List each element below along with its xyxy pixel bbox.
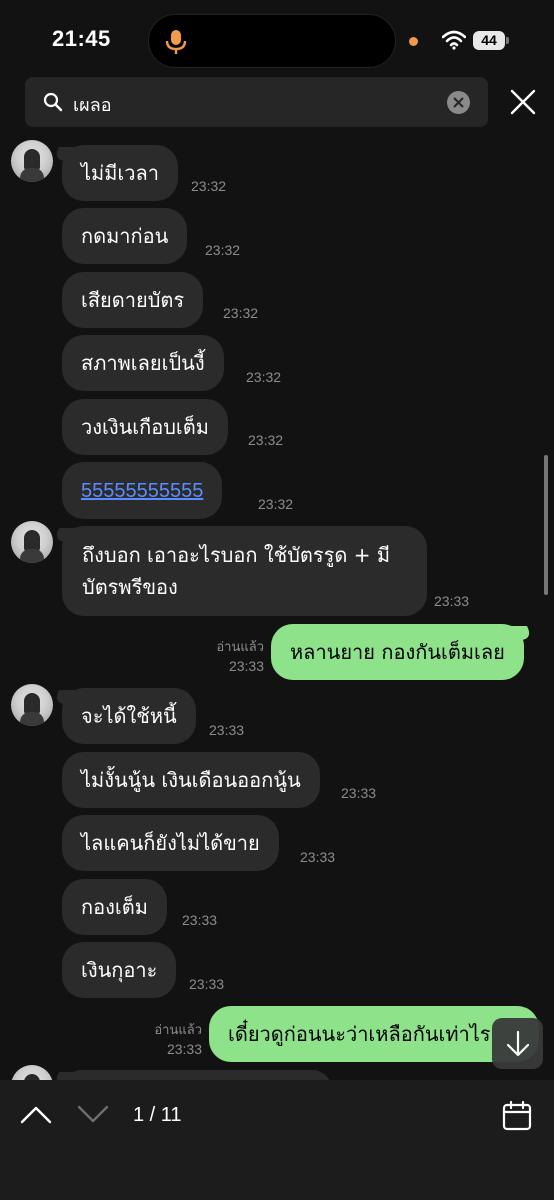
read-receipt: อ่านแล้ว 23:33 xyxy=(138,1022,202,1058)
message-time: 23:32 xyxy=(205,242,241,258)
status-bar: 21:45 44 xyxy=(0,0,554,78)
message-bubble[interactable]: หลานยาย กองกันเต็มเลย xyxy=(271,624,524,680)
message-bubble[interactable]: กดมาก่อน xyxy=(62,208,188,264)
search-icon xyxy=(43,92,63,112)
message-bubble[interactable]: จะได้ใช้หนี้ xyxy=(62,688,196,744)
status-time: 21:45 xyxy=(52,26,111,51)
close-icon[interactable] xyxy=(509,88,537,116)
message-time: 23:33 xyxy=(166,1041,202,1057)
message-time: 23:32 xyxy=(258,496,294,512)
message-text: สภาพเลยเป็นงี้ xyxy=(81,351,205,375)
message-time: 23:33 xyxy=(228,658,264,674)
message-bubble[interactable]: ถึงบอก เอาอะไรบอก ใช้บัตรรูด + มีบัตรพรี… xyxy=(62,526,427,616)
message-text: ถึงบอก เอาอะไรบอก ใช้บัตรรูด + มีบัตรพรี… xyxy=(82,543,391,599)
scrollbar[interactable] xyxy=(544,455,548,595)
read-receipt: อ่านแล้ว 23:33 xyxy=(200,639,264,675)
message-bubble[interactable]: สภาพเลยเป็นงี้ xyxy=(62,335,224,391)
message-bubble[interactable]: เสียดายบัตร xyxy=(62,272,204,328)
message-time: 23:33 xyxy=(182,912,218,928)
battery-indicator: 44 xyxy=(473,31,509,50)
mic-icon xyxy=(165,30,187,54)
chevron-down-icon[interactable] xyxy=(77,1104,109,1124)
message-time: 23:32 xyxy=(191,178,227,194)
message-bubble[interactable]: ไลแคนก็ยังไม่ได้ขาย xyxy=(62,815,279,871)
calendar-icon[interactable] xyxy=(501,1100,533,1132)
privacy-indicator-dot xyxy=(409,37,418,46)
message-link[interactable]: 55555555555 xyxy=(81,480,203,502)
message-time: 23:32 xyxy=(246,369,282,385)
message-bubble[interactable]: ไม่งั้นนู้น เงินเดือนออกนู้น xyxy=(62,752,320,808)
contact-avatar[interactable] xyxy=(11,140,53,182)
message-text: ไม่งั้นนู้น เงินเดือนออกนู้น xyxy=(81,768,301,792)
chevron-up-icon[interactable] xyxy=(20,1104,52,1124)
clear-icon xyxy=(453,97,464,108)
search-query[interactable]: เผลอ xyxy=(73,90,112,119)
contact-avatar[interactable] xyxy=(11,684,53,726)
message-text: เดี๋ยวดูก่อนนะว่าเหลือกันเท่าไร xyxy=(228,1022,491,1046)
message-text: เงินกุอาะ xyxy=(81,958,158,982)
contact-avatar[interactable] xyxy=(11,1065,53,1080)
message-time: 23:33 xyxy=(300,849,336,865)
scroll-to-bottom-button[interactable] xyxy=(492,1018,543,1069)
message-text: กองเต็ม xyxy=(81,895,148,919)
dynamic-island xyxy=(148,14,396,68)
message-bubble[interactable]: ไม่มีเวลา xyxy=(62,145,178,201)
message-bubble[interactable]: วงเงินเกือบเต็ม xyxy=(62,399,228,455)
message-bubble[interactable]: เดี๋ยวดูก่อนนะว่าเหลือกันเท่าไร xyxy=(209,1006,539,1062)
chat-area[interactable]: ไม่มีเวลา 23:32 กดมาก่อน 23:32 เสียดายบั… xyxy=(0,132,554,1080)
message-text: ไม่มีเวลา xyxy=(81,161,159,185)
message-bubble[interactable]: กองเต็ม xyxy=(62,879,167,935)
message-bubble-partial[interactable] xyxy=(62,1070,332,1080)
message-bubble[interactable]: 55555555555 xyxy=(62,462,223,519)
message-text: ไลแคนก็ยังไม่ได้ขาย xyxy=(81,831,260,855)
message-time: 23:33 xyxy=(434,593,470,609)
search-field[interactable]: เผลอ xyxy=(25,77,488,127)
message-time: 23:33 xyxy=(341,785,377,801)
result-counter: 1 / 11 xyxy=(133,1104,182,1126)
message-text: หลานยาย กองกันเต็มเลย xyxy=(290,640,505,664)
message-text: วงเงินเกือบเต็ม xyxy=(81,415,209,439)
battery-level: 44 xyxy=(473,31,505,50)
message-bubble[interactable]: เงินกุอาะ xyxy=(62,942,177,998)
search-navigator: 1 / 11 xyxy=(0,1080,554,1200)
arrow-down-icon xyxy=(506,1030,530,1057)
clear-search-button[interactable] xyxy=(447,91,470,114)
message-text: กดมาก่อน xyxy=(81,224,169,248)
message-time: 23:33 xyxy=(189,976,225,992)
message-time: 23:32 xyxy=(223,305,259,321)
message-text: จะได้ใช้หนี้ xyxy=(81,704,177,728)
message-text: เสียดายบัตร xyxy=(81,288,185,312)
message-time: 23:33 xyxy=(209,722,245,738)
wifi-icon xyxy=(442,30,466,50)
message-time: 23:32 xyxy=(248,432,284,448)
contact-avatar[interactable] xyxy=(11,521,53,563)
